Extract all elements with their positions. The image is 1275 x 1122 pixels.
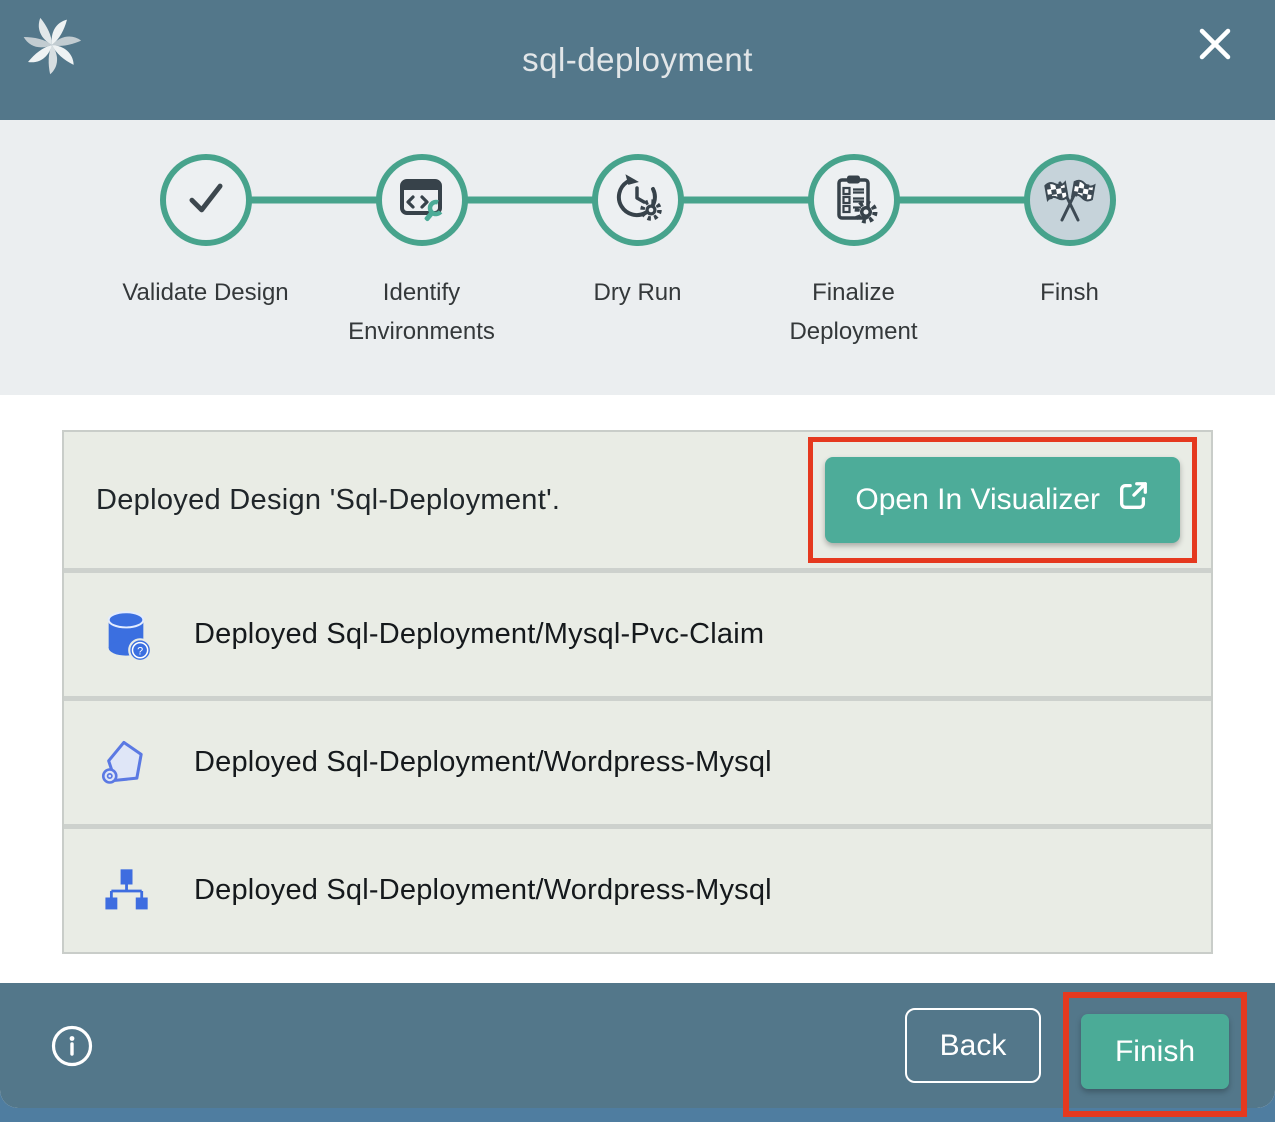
modal-header: sql-deployment (0, 0, 1275, 120)
dry-run-icon (612, 172, 664, 229)
annotation-box-finish: Finish (1063, 992, 1247, 1117)
svg-text:?: ? (137, 645, 143, 657)
result-message: Deployed Sql-Deployment/Wordpress-Mysql (194, 874, 772, 907)
close-icon[interactable] (1195, 24, 1235, 64)
step-dry-run[interactable] (592, 154, 684, 246)
check-icon (180, 172, 232, 229)
code-config-icon (396, 172, 448, 229)
step-label-validate-design: Validate Design (98, 274, 314, 352)
result-row-wordpress-mysql-2: Deployed Sql-Deployment/Wordpress-Mysql (64, 829, 1211, 952)
deployment-results: Deployed Design 'Sql-Deployment'. Open I… (0, 395, 1275, 983)
deployment-stepper: Validate Design Identify Environments Dr… (0, 120, 1275, 395)
step-finish[interactable] (1024, 154, 1116, 246)
step-label-identify-environments: Identify Environments (314, 274, 530, 352)
result-row-wordpress-mysql-1: Deployed Sql-Deployment/Wordpress-Mysql (64, 701, 1211, 824)
open-in-visualizer-label: Open In Visualizer (855, 483, 1100, 517)
database-icon: ? (100, 609, 152, 661)
result-row-mysql-pvc-claim: ? Deployed Sql-Deployment/Mysql-Pvc-Clai… (64, 573, 1211, 696)
modal-title: sql-deployment (0, 41, 1275, 79)
step-finalize-deployment[interactable] (808, 154, 900, 246)
deployment-wizard-screen: sql-deployment (0, 0, 1275, 1122)
stepper-circles (160, 154, 1116, 246)
finish-flags-icon (1042, 170, 1098, 231)
open-in-visualizer-button[interactable]: Open In Visualizer (825, 457, 1180, 543)
design-result-row: Deployed Design 'Sql-Deployment'. Open I… (64, 432, 1211, 568)
external-link-icon (1116, 479, 1150, 521)
step-label-dry-run: Dry Run (530, 274, 746, 352)
stepper-labels: Validate Design Identify Environments Dr… (98, 274, 1178, 352)
finish-button[interactable]: Finish (1081, 1014, 1229, 1089)
step-label-finish: Finsh (962, 274, 1178, 352)
result-message: Deployed Sql-Deployment/Mysql-Pvc-Claim (194, 618, 764, 651)
pentagon-icon (100, 737, 152, 789)
back-button[interactable]: Back (905, 1008, 1041, 1083)
modal-footer: Back Finish (0, 983, 1275, 1108)
clipboard-gear-icon (828, 172, 880, 229)
info-icon[interactable] (50, 1024, 94, 1068)
step-identify-environments[interactable] (376, 154, 468, 246)
results-list: Deployed Design 'Sql-Deployment'. Open I… (62, 430, 1213, 954)
meshery-logo-icon (22, 12, 82, 76)
result-message: Deployed Sql-Deployment/Wordpress-Mysql (194, 746, 772, 779)
deployment-modal: sql-deployment (0, 0, 1275, 1108)
step-validate-design[interactable] (160, 154, 252, 246)
hierarchy-icon (100, 865, 152, 917)
design-result-message: Deployed Design 'Sql-Deployment'. (96, 484, 808, 517)
step-label-finalize-deployment: Finalize Deployment (746, 274, 962, 352)
annotation-box-open-in-visualizer: Open In Visualizer (808, 437, 1197, 563)
